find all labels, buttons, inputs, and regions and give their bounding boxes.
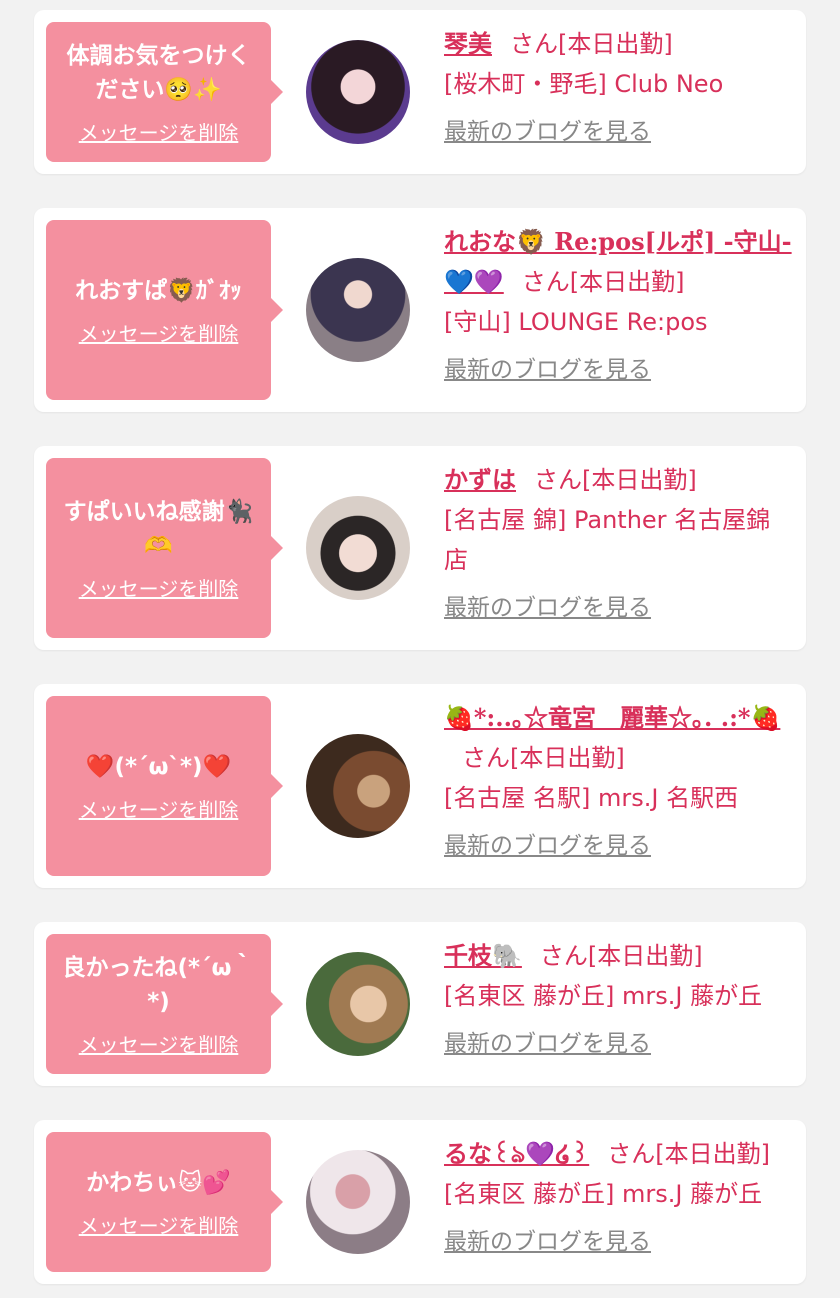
blog-link[interactable]: 最新のブログを見る [444,826,794,866]
shop-label: [名東区 藤が丘] mrs.J 藤が丘 [444,1180,763,1208]
name-suffix: さん[本日出勤] [444,744,625,772]
san-label: さん [534,466,582,494]
name-suffix: さん[本日出勤] [504,268,685,296]
message-text: 良かったね(*´ω｀*) [62,954,255,1015]
message-text: かわちぃ🐱💕 [86,1169,231,1196]
profile-info: 琴美 さん[本日出勤] [桜木町・野毛] Club Neo 最新のブログを見る [444,24,794,152]
name-line: れおな🦁 Re:pos[ルポ] -守山-💙💜 さん[本日出勤] [444,222,794,302]
message-text: ❤️(*´ω`*)❤️ [85,753,232,780]
status-label: [本日出勤] [569,268,685,296]
profile-info: れおな🦁 Re:pos[ルポ] -守山-💙💜 さん[本日出勤] [守山] LOUN… [444,222,794,390]
shop-label: [名古屋 名駅] mrs.J 名駅西 [444,784,739,812]
san-label: さん [521,268,570,296]
message-bubble: れおすぱ🦁ｶﾞｵｯ メッセージを削除 [46,220,283,400]
san-label: さん [607,1140,656,1168]
name-line: るな꒰ঌ💜໒꒱ さん[本日出勤] [444,1134,794,1174]
message-bubble: ❤️(*´ω`*)❤️ メッセージを削除 [46,696,283,876]
avatar[interactable] [306,40,410,144]
avatar[interactable] [306,952,410,1056]
name-suffix: さん[本日出勤] [492,30,673,58]
message-card: 良かったね(*´ω｀*) メッセージを削除 千枝🐘 さん[本日出勤] [名東区 藤… [34,922,806,1086]
message-card: すぱいいね感謝🐈‍⬛🫶 メッセージを削除 かずは さん[本日出勤] [名古屋 錦]… [34,446,806,650]
profile-info: かずは さん[本日出勤] [名古屋 錦] Panther 名古屋錦店 最新のブログ… [444,460,794,628]
name-line: 琴美 さん[本日出勤] [444,24,794,64]
message-card: 体調お気をつけください🥺✨ メッセージを削除 琴美 さん[本日出勤] [桜木町・野… [34,10,806,174]
status-label: [本日出勤] [655,1140,770,1168]
avatar[interactable] [306,734,410,838]
avatar[interactable] [306,496,410,600]
name-line: 千枝🐘 さん[本日出勤] [444,936,794,976]
message-bubble: 体調お気をつけください🥺✨ メッセージを削除 [46,22,283,162]
message-text: れおすぱ🦁ｶﾞｵｯ [75,277,242,304]
name-suffix: さん[本日出勤] [522,942,703,970]
blog-link[interactable]: 最新のブログを見る [444,112,794,152]
avatar[interactable] [306,1150,410,1254]
cast-name-link[interactable]: かずは [444,465,516,494]
blog-link[interactable]: 最新のブログを見る [444,350,794,390]
message-text: すぱいいね感謝🐈‍⬛🫶 [63,498,254,559]
status-label: [本日出勤] [587,942,703,970]
shop-label: [名古屋 錦] Panther 名古屋錦店 [444,506,771,574]
status-label: [本日出勤] [558,30,673,58]
name-suffix: さん[本日出勤] [589,1140,770,1168]
cast-name-link[interactable]: 琴美 [444,29,492,58]
delete-message-link[interactable]: メッセージを削除 [79,318,239,347]
avatar[interactable] [306,258,410,362]
status-label: [本日出勤] [510,744,625,772]
delete-message-link[interactable]: メッセージを削除 [79,117,239,146]
message-bubble: 良かったね(*´ω｀*) メッセージを削除 [46,934,283,1074]
delete-message-link[interactable]: メッセージを削除 [79,1029,239,1058]
delete-message-link[interactable]: メッセージを削除 [79,794,239,823]
name-suffix: さん[本日出勤] [516,466,697,494]
blog-link[interactable]: 最新のブログを見る [444,1024,794,1064]
san-label: さん [510,30,558,58]
message-list: 体調お気をつけください🥺✨ メッセージを削除 琴美 さん[本日出勤] [桜木町・野… [0,0,840,1298]
delete-message-link[interactable]: メッセージを削除 [79,573,239,602]
profile-info: るな꒰ঌ💜໒꒱ さん[本日出勤] [名東区 藤が丘] mrs.J 藤が丘 最新のブ… [444,1134,794,1262]
cast-name-link[interactable]: るな꒰ঌ💜໒꒱ [444,1139,589,1168]
san-label: さん [539,942,588,970]
message-text: 体調お気をつけください🥺✨ [66,42,251,103]
delete-message-link[interactable]: メッセージを削除 [79,1210,239,1239]
message-bubble: かわちぃ🐱💕 メッセージを削除 [46,1132,283,1272]
san-label: さん [462,744,510,772]
shop-label: [守山] LOUNGE Re:pos [444,308,708,336]
blog-link[interactable]: 最新のブログを見る [444,1222,794,1262]
shop-label: [名東区 藤が丘] mrs.J 藤が丘 [444,982,763,1010]
message-bubble: すぱいいね感謝🐈‍⬛🫶 メッセージを削除 [46,458,283,638]
message-card: ❤️(*´ω`*)❤️ メッセージを削除 🍓*:..｡☆竜宮 麗華☆｡. .:*… [34,684,806,888]
profile-info: 🍓*:..｡☆竜宮 麗華☆｡. .:*🍓 さん[本日出勤] [名古屋 名駅] mr… [444,698,794,866]
profile-info: 千枝🐘 さん[本日出勤] [名東区 藤が丘] mrs.J 藤が丘 最新のブログを見… [444,936,794,1064]
status-label: [本日出勤] [582,466,697,494]
name-line: かずは さん[本日出勤] [444,460,794,500]
cast-name-link[interactable]: 千枝🐘 [444,941,522,970]
message-card: れおすぱ🦁ｶﾞｵｯ メッセージを削除 れおな🦁 Re:pos[ルポ] -守山-💙… [34,208,806,412]
message-card: かわちぃ🐱💕 メッセージを削除 るな꒰ঌ💜໒꒱ さん[本日出勤] [名東区 藤が丘… [34,1120,806,1284]
name-line: 🍓*:..｡☆竜宮 麗華☆｡. .:*🍓 さん[本日出勤] [444,698,794,778]
blog-link[interactable]: 最新のブログを見る [444,588,794,628]
cast-name-link[interactable]: 🍓*:..｡☆竜宮 麗華☆｡. .:*🍓 [444,703,780,732]
shop-label: [桜木町・野毛] Club Neo [444,70,724,98]
